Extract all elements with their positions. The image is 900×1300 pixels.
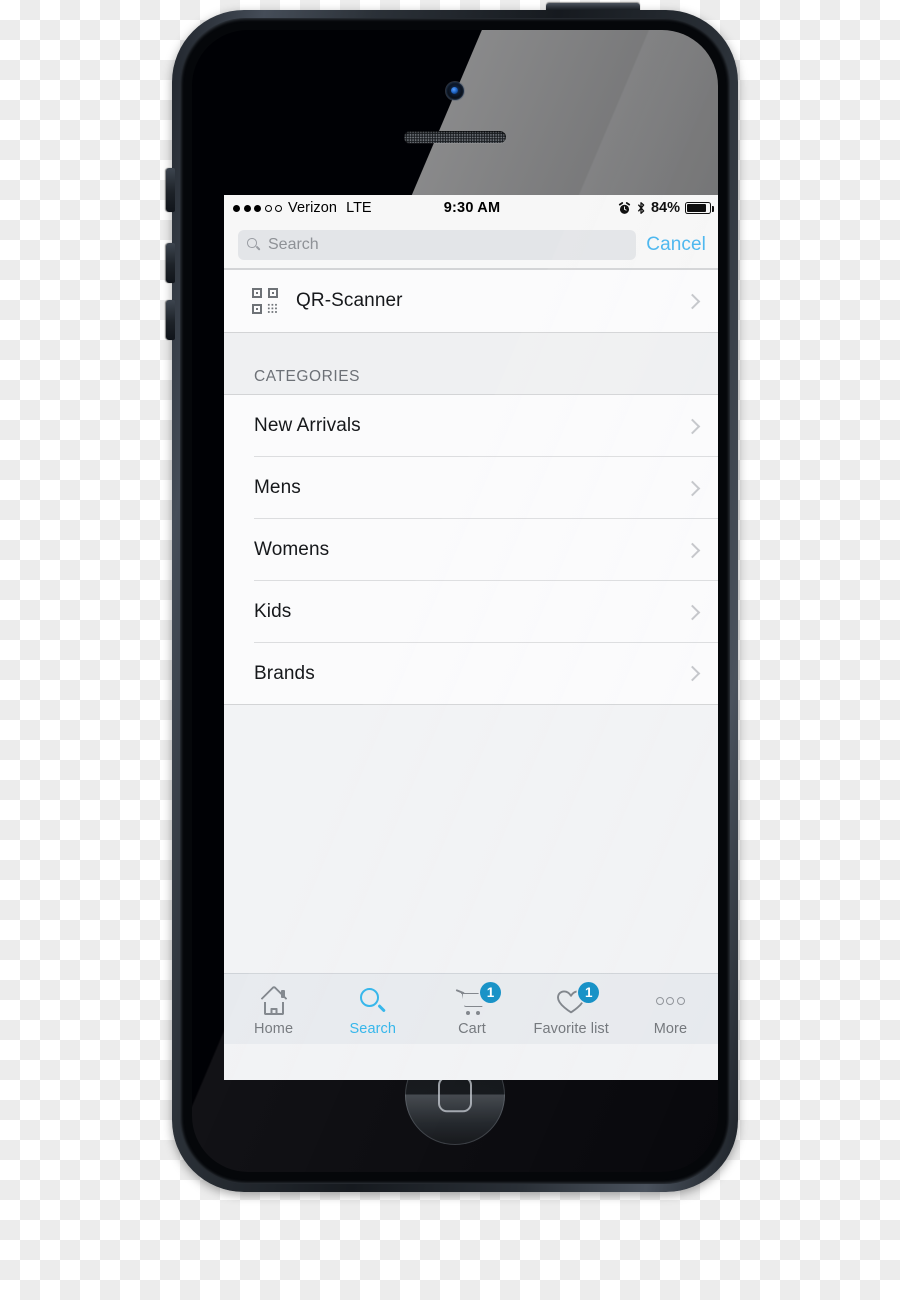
qr-scanner-row[interactable]: QR-Scanner	[224, 269, 718, 332]
search-placeholder: Search	[268, 235, 319, 253]
chevron-right-icon	[684, 604, 701, 620]
chevron-right-icon	[684, 293, 701, 309]
category-label: Brands	[254, 662, 315, 684]
category-label: Womens	[254, 539, 330, 560]
phone-inner-bezel: Verizon LTE 9:30 AM 84% Search Cancel QR…	[180, 18, 730, 1184]
ellipsis-icon	[655, 988, 685, 1015]
phone-front-face: Verizon LTE 9:30 AM 84% Search Cancel QR…	[192, 30, 718, 1172]
alarm-clock-icon	[618, 201, 631, 214]
category-row-brands[interactable]: Brands	[224, 643, 718, 705]
tab-cart[interactable]: 1 Cart	[422, 974, 521, 1044]
category-row-womens[interactable]: Womens	[224, 519, 718, 581]
category-label: New Arrivals	[254, 415, 361, 436]
qr-code-icon	[252, 288, 278, 314]
chevron-right-icon	[684, 542, 701, 558]
tab-label: Home	[254, 1020, 294, 1037]
tab-favorite-list[interactable]: 1 Favorite list	[522, 974, 621, 1044]
tab-label: More	[653, 1020, 688, 1037]
battery-icon	[685, 202, 715, 214]
section-header-categories: CATEGORIES	[224, 332, 718, 395]
search-icon	[247, 238, 261, 251]
network-type-label: LTE	[346, 200, 372, 216]
favorite-badge: 1	[578, 981, 600, 1003]
home-icon	[259, 984, 289, 1015]
cancel-button[interactable]: Cancel	[646, 234, 706, 256]
carrier-label: Verizon	[288, 200, 338, 216]
tab-label: Cart	[458, 1020, 486, 1037]
battery-percent-label: 84%	[650, 200, 680, 216]
category-row-new-arrivals[interactable]: New Arrivals	[224, 395, 718, 457]
volume-up-button[interactable]	[166, 243, 175, 283]
phone-frame: Verizon LTE 9:30 AM 84% Search Cancel QR…	[166, 10, 738, 1192]
chevron-right-icon	[684, 418, 701, 434]
search-bar: Search Cancel	[224, 221, 718, 269]
chevron-right-icon	[684, 665, 701, 682]
category-label: Mens	[254, 477, 301, 498]
phone-device: Verizon LTE 9:30 AM 84% Search Cancel QR…	[166, 3, 738, 1192]
empty-list-area	[224, 705, 718, 973]
signal-strength-icon	[233, 204, 282, 212]
qr-scanner-label: QR-Scanner	[296, 290, 403, 311]
earpiece-speaker	[404, 131, 506, 143]
status-bar: Verizon LTE 9:30 AM 84%	[224, 195, 718, 221]
tab-more[interactable]: More	[621, 974, 718, 1044]
tab-search[interactable]: Search	[323, 974, 422, 1044]
phone-screen: Verizon LTE 9:30 AM 84% Search Cancel QR…	[224, 195, 718, 1080]
category-row-mens[interactable]: Mens	[224, 457, 718, 519]
chevron-right-icon	[684, 480, 701, 496]
bluetooth-icon	[637, 202, 645, 214]
volume-down-button[interactable]	[166, 300, 175, 340]
category-label: Kids	[254, 601, 292, 622]
status-bar-right: 84%	[618, 200, 715, 216]
tab-label: Favorite list	[533, 1020, 609, 1037]
status-bar-left: Verizon LTE	[233, 200, 372, 216]
home-square-icon	[438, 1076, 472, 1113]
tab-home[interactable]: Home	[224, 974, 323, 1044]
tab-label: Search	[349, 1020, 397, 1037]
tab-bar: Home Search 1 Cart 1 Favorite list More	[224, 973, 718, 1044]
cart-badge: 1	[480, 981, 501, 1003]
category-row-kids[interactable]: Kids	[224, 581, 718, 643]
search-icon	[359, 987, 387, 1015]
search-input[interactable]: Search	[238, 229, 637, 260]
silent-switch[interactable]	[166, 168, 175, 212]
section-header-label: CATEGORIES	[254, 368, 360, 385]
front-camera-icon	[446, 82, 464, 100]
